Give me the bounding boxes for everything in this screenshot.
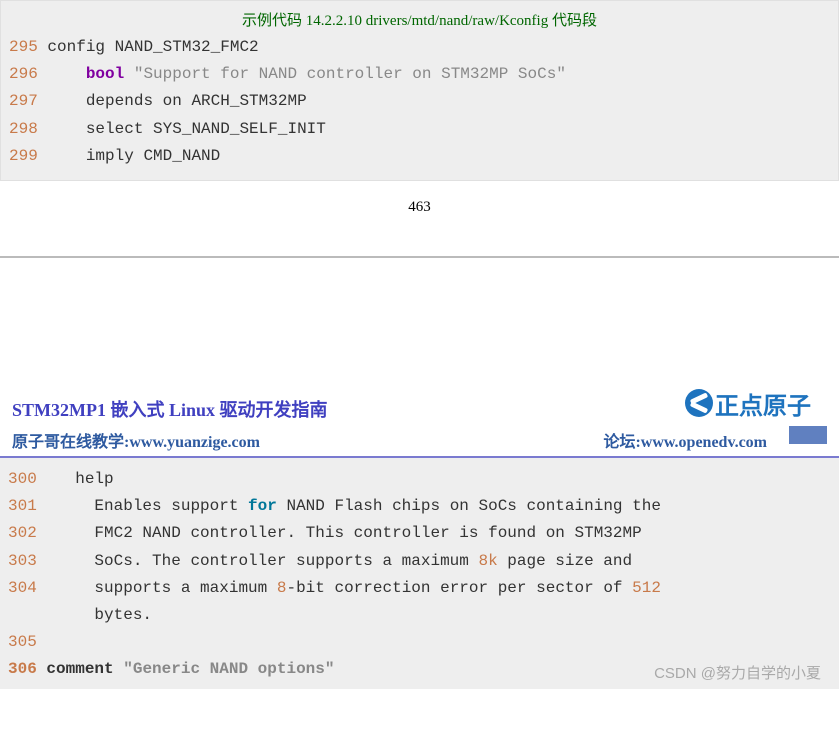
teaching-link: 原子哥在线教学:www.yuanzige.com xyxy=(12,428,260,452)
doc-header: STM32MP1 嵌入式 Linux 驱动开发指南 正点原子 xyxy=(0,388,839,424)
page-separator xyxy=(0,256,839,388)
csdn-watermark: CSDN @努力自学的小夏 xyxy=(654,662,821,683)
doc-title: STM32MP1 嵌入式 Linux 驱动开发指南 xyxy=(12,400,328,420)
code-title: 示例代码 14.2.2.10 drivers/mtd/nand/raw/Kcon… xyxy=(9,5,830,34)
brand-logo: 正点原子 xyxy=(685,386,811,421)
code-lines-top: 295 config NAND_STM32_FMC2 296 bool "Sup… xyxy=(9,34,830,170)
header-accent xyxy=(789,426,827,444)
logo-text: 正点原子 xyxy=(715,386,811,421)
bottom-code-block: 300 help 301 Enables support for NAND Fl… xyxy=(0,458,839,690)
sub-header: 原子哥在线教学:www.yuanzige.com 论坛:www.openedv.… xyxy=(0,424,839,458)
logo-icon xyxy=(685,389,713,417)
page-number: 463 xyxy=(0,181,839,226)
top-code-block: 示例代码 14.2.2.10 drivers/mtd/nand/raw/Kcon… xyxy=(0,0,839,181)
